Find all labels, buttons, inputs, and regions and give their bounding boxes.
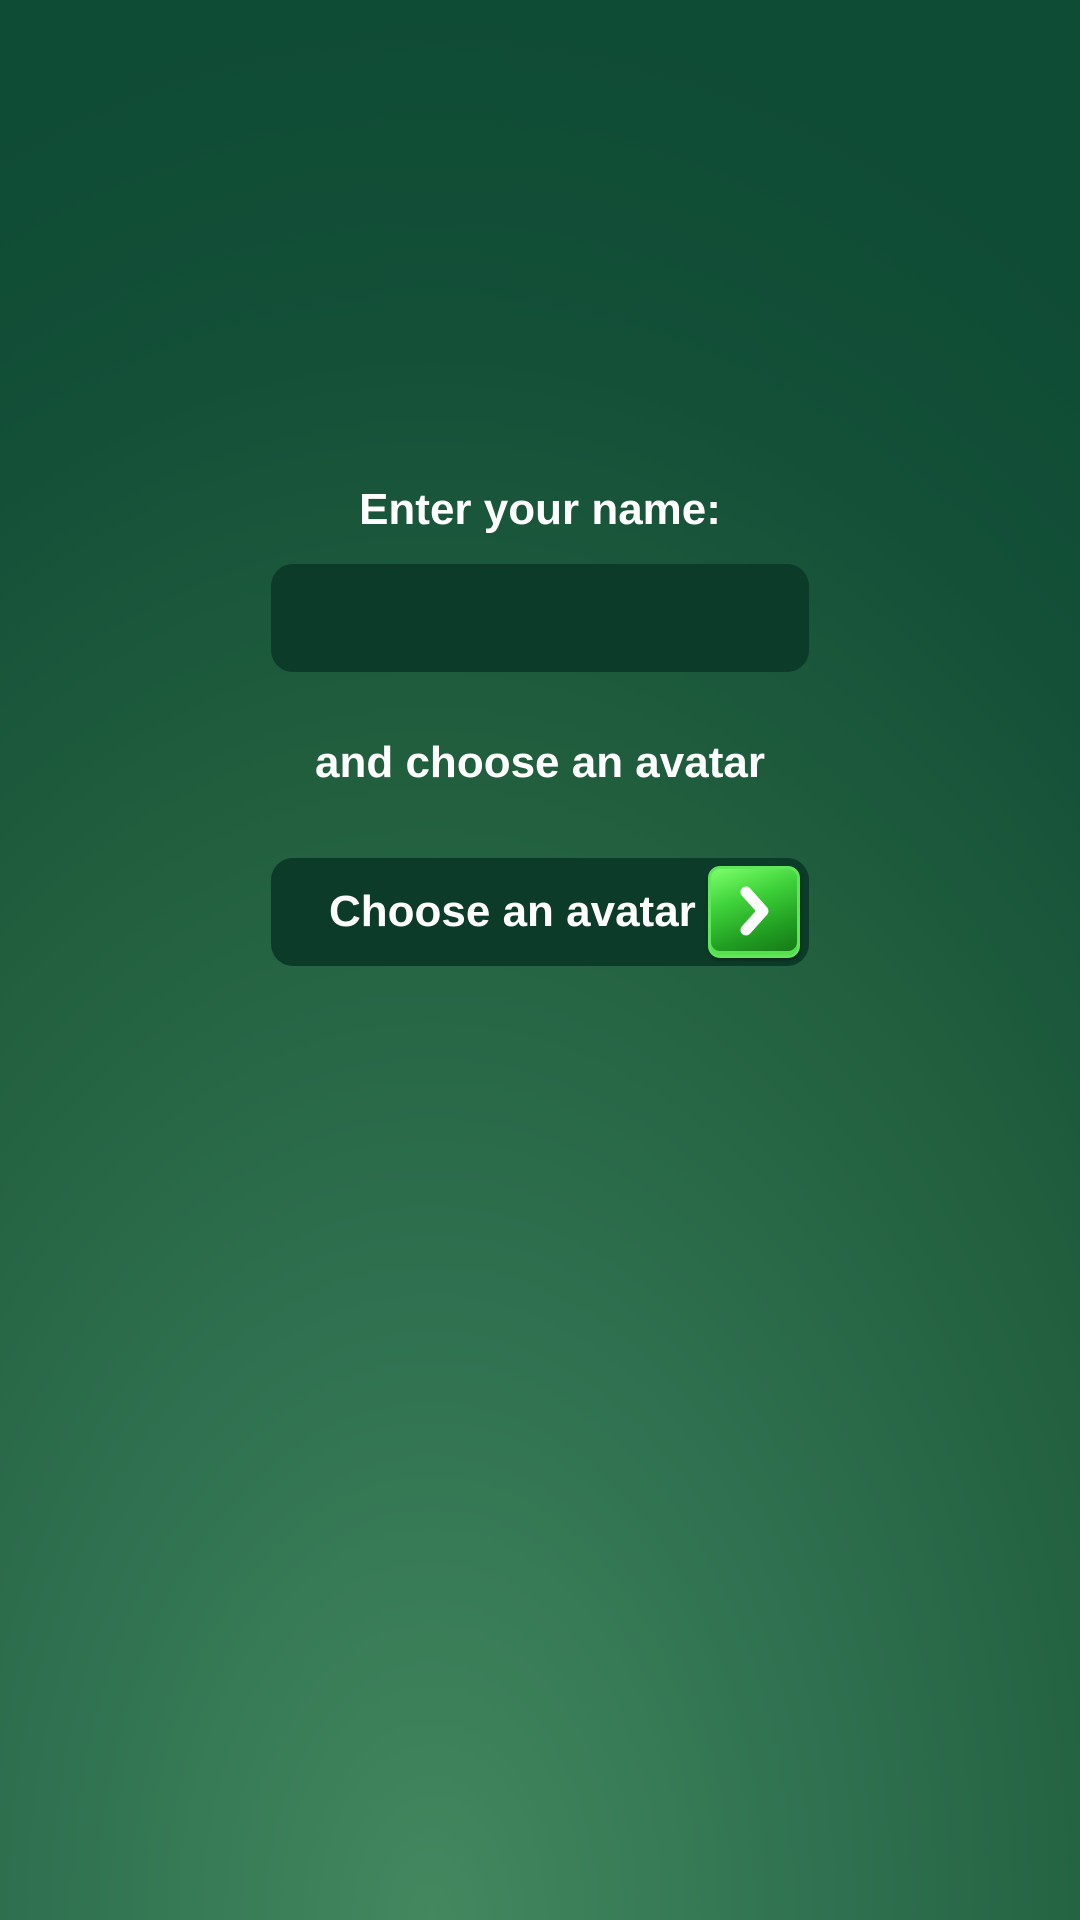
chevron-right-icon-graphic	[740, 886, 769, 936]
name-input[interactable]	[271, 564, 809, 672]
chevron-right-icon[interactable]	[708, 866, 800, 958]
choose-avatar-button[interactable]: Choose an avatar	[271, 858, 809, 966]
choose-avatar-button-label: Choose an avatar	[329, 887, 696, 936]
name-prompt-title: Enter your name:	[359, 485, 721, 534]
avatar-prompt-subtitle: and choose an avatar	[315, 738, 765, 787]
